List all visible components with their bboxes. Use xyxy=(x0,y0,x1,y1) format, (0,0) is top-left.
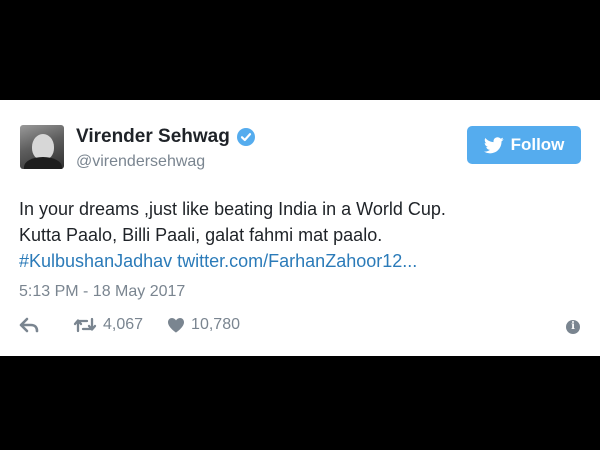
tweet-text-line-2: Kutta Paalo, Billi Paali, galat fahmi ma… xyxy=(19,225,383,245)
info-icon[interactable]: i xyxy=(566,320,580,334)
like-count: 10,780 xyxy=(191,316,240,333)
avatar-shoulders xyxy=(24,157,62,169)
tweet-text-line-1: In your dreams ,just like beating India … xyxy=(19,199,446,219)
verified-badge-icon xyxy=(236,128,255,146)
author-display-name[interactable]: Virender Sehwag xyxy=(76,126,230,148)
hashtag-link[interactable]: #KulbushanJadhav xyxy=(19,251,172,271)
heart-icon xyxy=(168,318,185,333)
url-link[interactable]: twitter.com/FarhanZahoor12... xyxy=(177,251,417,271)
tweet-timestamp[interactable]: 5:13 PM - 18 May 2017 xyxy=(19,283,185,301)
tweet-text: In your dreams ,just like beating India … xyxy=(19,196,579,274)
twitter-bird-icon xyxy=(483,136,504,153)
reply-icon xyxy=(19,317,39,333)
like-button[interactable]: 10,780 xyxy=(167,316,240,334)
tweet-card: Virender Sehwag @virendersehwag Follow I… xyxy=(0,100,600,356)
author-handle[interactable]: @virendersehwag xyxy=(76,153,205,171)
follow-button-label: Follow xyxy=(510,135,565,154)
tweet-actions: 4,067 10,780 xyxy=(19,316,240,334)
tweet-text-line-3: #KulbushanJadhav twitter.com/FarhanZahoo… xyxy=(19,248,579,274)
follow-button[interactable]: Follow xyxy=(467,126,581,164)
retweet-icon xyxy=(73,317,97,333)
avatar[interactable] xyxy=(20,125,64,169)
retweet-count: 4,067 xyxy=(103,316,144,333)
retweet-button[interactable]: 4,067 xyxy=(73,316,143,334)
author-name-row[interactable]: Virender Sehwag xyxy=(76,126,255,148)
reply-button[interactable] xyxy=(19,317,39,333)
